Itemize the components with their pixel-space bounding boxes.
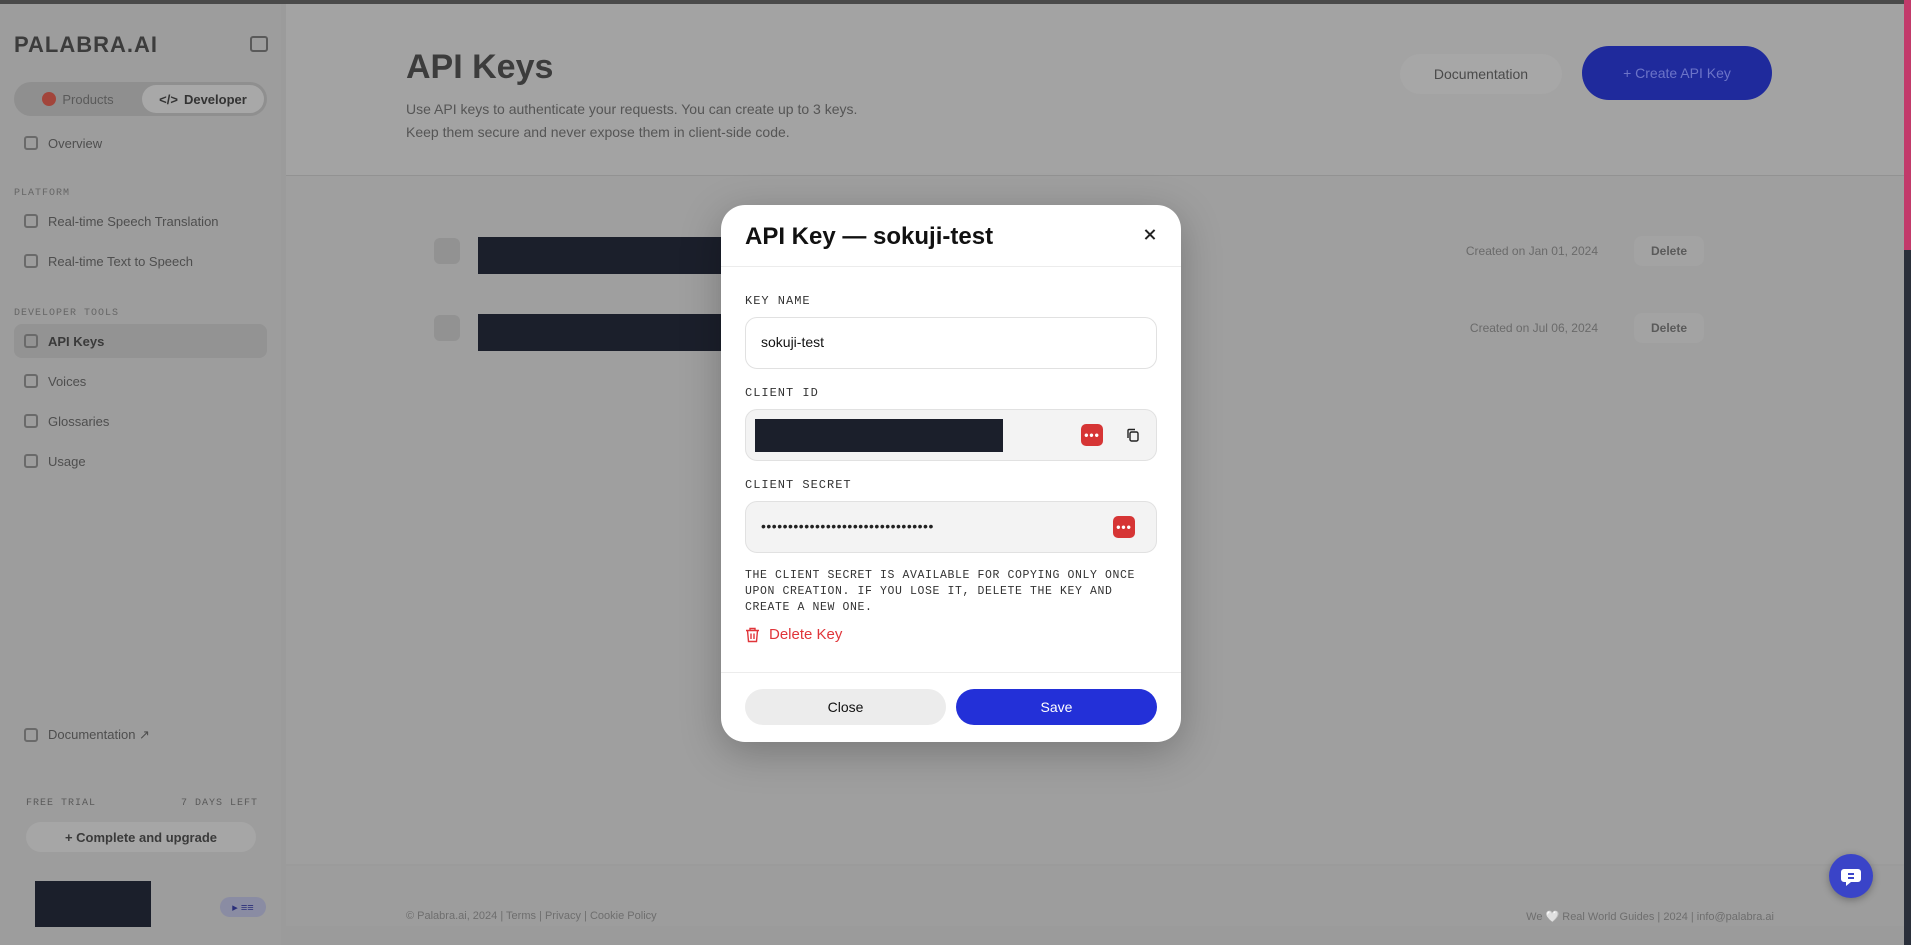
section-label-developer-tools: DEVELOPER TOOLS (14, 308, 120, 319)
mode-developer-label: Developer (183, 91, 247, 107)
sidebar-item-label: Real-time Text to Speech (48, 253, 193, 269)
user-menu-pill[interactable]: ▸ ≡≡ (220, 897, 266, 917)
chat-icon (1841, 869, 1861, 886)
key-created-date: Created on Jan 01, 2024 (1465, 244, 1598, 258)
products-icon (42, 92, 57, 106)
key-delete-button[interactable]: Delete (1634, 313, 1704, 343)
sidebar-item-label: Overview (48, 135, 103, 151)
section-label-platform: PLATFORM (14, 188, 71, 199)
modal-header: API Key — sokuji-test (721, 205, 1181, 267)
glossaries-icon (24, 414, 38, 428)
key-delete-button[interactable]: Delete (1634, 236, 1704, 266)
client-secret-note: THE CLIENT SECRET IS AVAILABLE FOR COPYI… (745, 569, 1136, 614)
sidebar-item-label: Real-time Speech Translation (48, 213, 219, 229)
password-manager-icon[interactable]: ••• (1113, 516, 1135, 538)
usage-icon (24, 454, 38, 468)
sidebar-item-label: Usage (48, 453, 86, 469)
close-icon[interactable] (1141, 226, 1159, 244)
footer: © Palabra.ai, 2024 | Terms | Privacy | C… (286, 866, 1904, 926)
modal-title: API Key — sokuji-test (745, 223, 994, 250)
sidebar-item-glossaries[interactable]: Glossaries (14, 404, 267, 438)
translation-icon (24, 214, 38, 228)
page-title: API Keys (406, 48, 554, 86)
key-name-redacted (478, 314, 744, 351)
page-description: Use API keys to authenticate your reques… (406, 101, 858, 140)
key-icon (24, 334, 38, 348)
key-name-label: KEY NAME (745, 294, 811, 308)
sidebar-item-usage[interactable]: Usage (14, 444, 267, 478)
sidebar-item-label: API Keys (48, 333, 105, 349)
key-name-redacted (478, 237, 744, 274)
copy-icon[interactable] (1122, 424, 1144, 446)
voices-icon (24, 374, 38, 388)
client-id-field[interactable]: ••• (745, 409, 1157, 461)
sidebar-collapse-icon[interactable] (250, 36, 268, 52)
sidebar-item-documentation[interactable]: Documentation ↗ (14, 718, 267, 752)
sidebar-item-api-keys[interactable]: API Keys (14, 324, 267, 358)
copy-glyph (1127, 428, 1139, 442)
modal-footer: Close Save (721, 672, 1181, 742)
code-icon: </> (159, 91, 178, 107)
documentation-icon (24, 728, 38, 742)
sidebar-item-label: Voices (48, 373, 87, 389)
client-secret-label: CLIENT SECRET (745, 478, 852, 492)
key-icon (434, 315, 460, 341)
save-button[interactable]: Save (956, 689, 1157, 725)
sidebar-item-label: Glossaries (48, 413, 110, 429)
documentation-button[interactable]: Documentation (1400, 54, 1562, 94)
tts-icon (24, 254, 38, 268)
footer-contact: We 🤍 Real World Guides | 2024 | info@pal… (1526, 911, 1774, 923)
client-id-redacted (755, 419, 1003, 452)
key-created-date: Created on Jul 06, 2024 (1469, 321, 1598, 335)
user-account-redacted[interactable] (35, 881, 151, 927)
sidebar: PALABRA.AI Products </> Developer Overvi… (0, 4, 281, 945)
trial-days-left: 7 DAYS LEFT (180, 798, 258, 809)
window-right-edge-accent (1904, 0, 1911, 250)
mode-products-button[interactable]: Products (17, 85, 139, 113)
trash-icon (746, 627, 759, 642)
close-button[interactable]: Close (745, 689, 946, 725)
logo: PALABRA.AI (14, 32, 159, 57)
client-secret-field[interactable]: •••••••••••••••••••••••••••••••• ••• (745, 501, 1157, 553)
mode-switch: Products </> Developer (14, 82, 267, 116)
create-api-key-button[interactable]: + Create API Key (1582, 46, 1772, 100)
password-manager-icon[interactable]: ••• (1081, 424, 1103, 446)
footer-links[interactable]: © Palabra.ai, 2024 | Terms | Privacy | C… (406, 910, 657, 922)
chat-support-button[interactable] (1829, 854, 1873, 898)
sidebar-item-speech-translation[interactable]: Real-time Speech Translation (14, 204, 267, 238)
mode-products-label: Products (62, 91, 114, 107)
client-secret-value: •••••••••••••••••••••••••••••••• (761, 518, 934, 534)
upgrade-button[interactable]: + Complete and upgrade (26, 822, 256, 852)
trial-label: FREE TRIAL (26, 798, 97, 809)
key-icon (434, 238, 460, 264)
page-header: API Keys Use API keys to authenticate yo… (286, 4, 1904, 176)
delete-key-button[interactable]: Delete Key (745, 626, 842, 643)
overview-icon (24, 136, 38, 150)
sidebar-item-voices[interactable]: Voices (14, 364, 267, 398)
sidebar-item-label: Documentation ↗ (48, 727, 150, 742)
trial-status: FREE TRIAL 7 DAYS LEFT (26, 798, 258, 809)
mode-developer-button[interactable]: </> Developer (142, 85, 264, 113)
api-key-modal: API Key — sokuji-test KEY NAME CLIENT ID… (721, 205, 1181, 742)
sidebar-item-text-to-speech[interactable]: Real-time Text to Speech (14, 244, 267, 278)
key-name-field[interactable] (745, 317, 1157, 369)
sidebar-item-overview[interactable]: Overview (14, 126, 267, 160)
client-id-label: CLIENT ID (745, 386, 819, 400)
key-name-input[interactable] (761, 334, 1141, 350)
delete-key-label: Delete Key (769, 626, 843, 643)
